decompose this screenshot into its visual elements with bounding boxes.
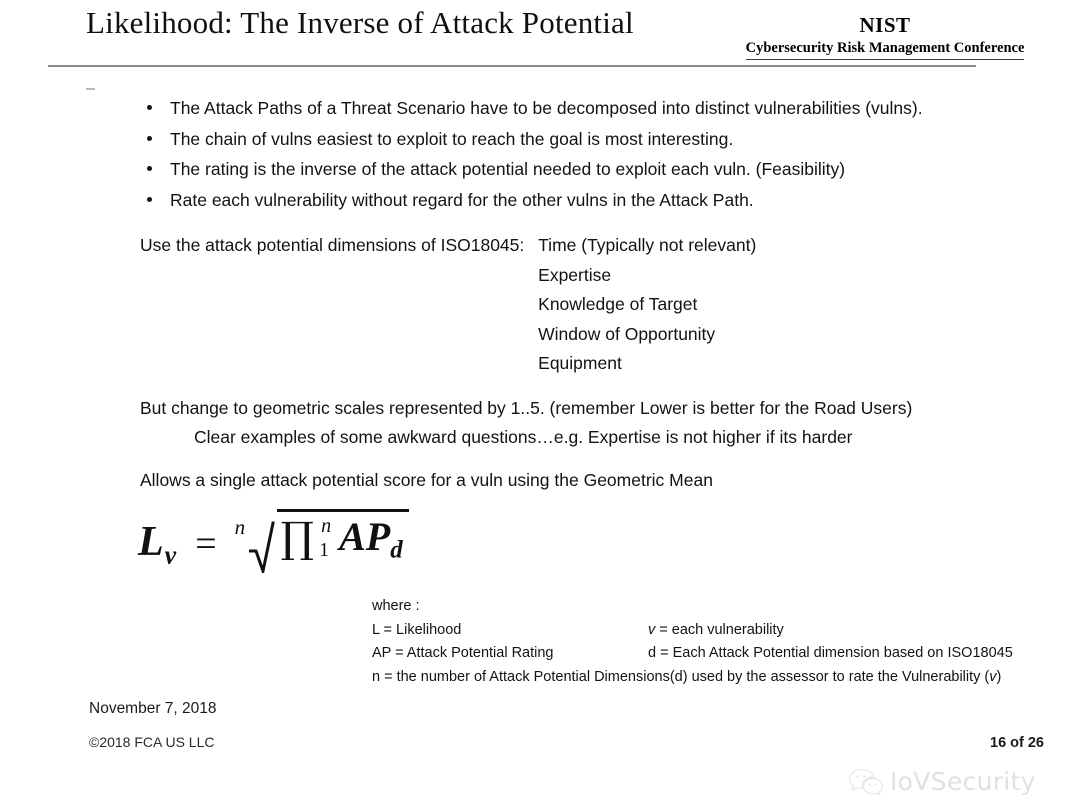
slide-canvas: Likelihood: The Inverse of Attack Potent…: [0, 0, 1080, 810]
header-divider: [48, 65, 976, 67]
iso-dimensions-section: Use the attack potential dimensions of I…: [140, 231, 756, 379]
attack-potential-subscript: d: [390, 536, 403, 564]
legend-row: L = Likelihood v = each vulnerability: [372, 619, 1001, 643]
list-item-label: The rating is the inverse of the attack …: [170, 159, 846, 179]
product-lower-limit: 1: [319, 538, 330, 561]
list-item-label: The chain of vulns easiest to exploit to…: [170, 128, 734, 149]
conference-branding: NIST Cybersecurity Risk Management Confe…: [725, 14, 1045, 60]
list-item-label: The Attack Paths of a Threat Scenario ha…: [170, 98, 923, 118]
iso-dimension-item: Equipment: [538, 353, 622, 373]
page-number: 16 of 26: [990, 735, 1044, 751]
iso-dimension-item: Time (Typically not relevant): [538, 235, 757, 255]
legend-term-L: L = Likelihood: [372, 621, 462, 638]
formula-left-hand-side: Lv: [138, 518, 177, 570]
list-item-label: Rate each vulnerability without regard f…: [170, 189, 754, 210]
legend-term-v-text: = each vulnerability: [655, 621, 784, 638]
list-item: The chain of vulns easiest to exploit to…: [142, 124, 1042, 155]
list-item: The Attack Paths of a Threat Scenario ha…: [142, 93, 1042, 124]
formula-L-subscript: v: [164, 540, 178, 570]
legend-heading: where :: [372, 598, 420, 614]
iso-dimension-item: Knowledge of Target: [538, 294, 698, 314]
radical-sign-icon: [248, 521, 275, 573]
bullet-list: The Attack Paths of a Threat Scenario ha…: [142, 93, 1042, 215]
formula-legend: where : L = Likelihood v = each vulnerab…: [372, 595, 1013, 690]
list-item: The rating is the inverse of the attack …: [142, 154, 1042, 185]
geometric-scales-section: But change to geometric scales represent…: [140, 394, 912, 452]
iso-dimension-list: Time (Typically not relevant) Expertise …: [538, 231, 756, 379]
watermark: IoVSecurity: [848, 764, 1036, 798]
list-item: Rate each vulnerability without regard f…: [142, 185, 1042, 216]
formula-L: L: [138, 518, 165, 565]
conference-subtitle: Cybersecurity Risk Management Conference: [745, 38, 1025, 60]
iso-dimension-item: Window of Opportunity: [538, 323, 716, 344]
legend-term-n-prefix: n = the number of Attack Potential Dimen…: [372, 668, 990, 685]
bullet-dot-icon: [147, 105, 152, 110]
legend-term-v: v = each vulnerability: [648, 619, 784, 643]
bullet-dot-icon: [147, 196, 152, 202]
legend-term-n-symbol: v: [989, 668, 997, 685]
slide-date: November 7, 2018: [89, 700, 217, 717]
geometric-scales-line-1: But change to geometric scales represent…: [140, 398, 913, 418]
formula-equals-sign: =: [195, 523, 217, 565]
likelihood-formula: Lv = n ∏ n 1 APd: [138, 509, 409, 589]
radical-index: n: [234, 515, 246, 539]
geometric-mean-statement: Allows a single attack potential score f…: [140, 470, 713, 490]
bullet-dot-icon: [147, 166, 152, 171]
product-operator: ∏ n 1: [281, 512, 331, 565]
iso-section-lead: Use the attack potential dimensions of I…: [140, 235, 525, 255]
wechat-icon: [848, 768, 883, 796]
stray-dash-artifact: [86, 88, 95, 90]
watermark-label: IoVSecurity: [890, 766, 1036, 796]
radicand: ∏ n 1 APd: [276, 509, 409, 566]
formula-radical: n ∏ n 1 APd: [233, 509, 409, 579]
copyright-notice: ©2018 FCA US LLC: [89, 734, 215, 750]
bullet-dot-icon: [147, 135, 152, 141]
attack-potential-base: AP: [339, 514, 391, 559]
legend-row: AP = Attack Potential Rating d = Each At…: [372, 642, 1013, 666]
organization-name: NIST: [859, 13, 911, 37]
product-symbol: ∏: [280, 513, 315, 562]
legend-term-AP: AP = Attack Potential Rating: [372, 645, 554, 661]
legend-term-n-suffix: ): [996, 668, 1002, 685]
iso-dimension-item: Expertise: [538, 264, 612, 285]
geometric-scales-line-2: Clear examples of some awkward questions…: [194, 427, 853, 447]
attack-potential-term: APd: [339, 512, 403, 566]
legend-term-d: d = Each Attack Potential dimension base…: [648, 645, 1013, 661]
legend-row-n: n = the number of Attack Potential Dimen…: [372, 666, 1001, 690]
product-upper-limit: n: [321, 515, 332, 537]
page-title: Likelihood: The Inverse of Attack Potent…: [86, 5, 634, 40]
